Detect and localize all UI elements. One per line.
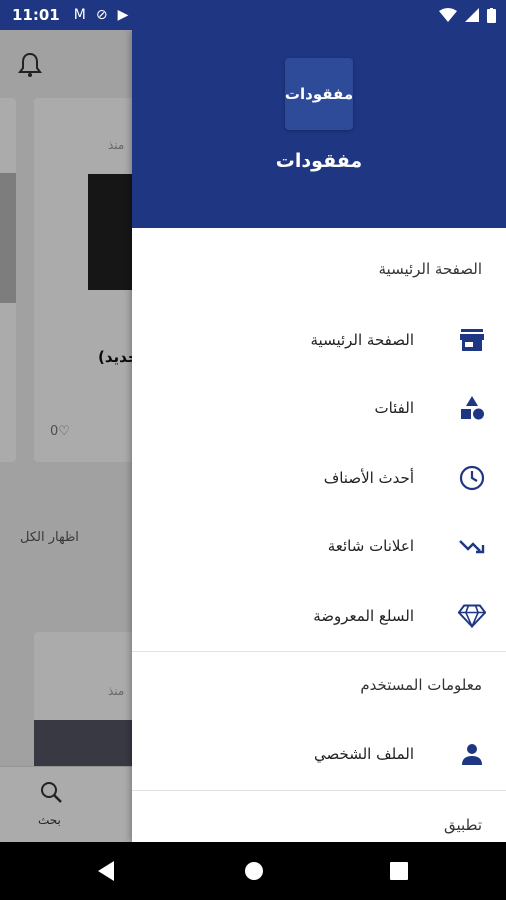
store-icon [458, 326, 486, 354]
menu-item-label: أحدث الأصناف [323, 469, 414, 487]
menu-item-label: اعلانات شائعة [327, 537, 414, 555]
status-bar: 11:01 M ⊘ ▶ [0, 0, 506, 30]
signal-icon [465, 8, 479, 22]
play-store-icon: ▶ [117, 7, 129, 23]
section-title-user: معلومات المستخدم [360, 676, 482, 694]
clock-icon [458, 464, 486, 492]
person-icon [458, 740, 486, 768]
drawer-header: مفقودات مفقودات [132, 30, 506, 228]
menu-item-label: الملف الشخصي [314, 745, 414, 763]
menu-item-label: الفئات [374, 399, 414, 417]
status-time: 11:01 [12, 6, 60, 24]
divider [132, 790, 506, 791]
battery-icon [487, 7, 496, 23]
wifi-icon [439, 8, 457, 22]
menu-item-profile[interactable]: الملف الشخصي [132, 724, 506, 784]
home-icon[interactable] [244, 861, 264, 881]
trending-icon [458, 532, 486, 560]
menu-item-label: السلع المعروضة [313, 607, 414, 625]
menu-item-categories[interactable]: الفئات [132, 378, 506, 438]
back-icon[interactable] [96, 860, 116, 882]
menu-item-featured[interactable]: السلع المعروضة [132, 586, 506, 646]
diamond-icon [458, 602, 486, 630]
app-name: مفقودات [275, 150, 363, 172]
gmail-icon: M [73, 7, 86, 23]
navigation-drawer: مفقودات مفقودات الصفحة الرئيسية الصفحة ا… [132, 30, 506, 842]
system-navigation-bar [0, 842, 506, 900]
menu-item-popular[interactable]: اعلانات شائعة [132, 516, 506, 576]
menu-item-latest[interactable]: أحدث الأصناف [132, 448, 506, 508]
app-logo: مفقودات [285, 58, 353, 130]
sync-icon: ⊘ [95, 7, 108, 23]
menu-item-home[interactable]: الصفحة الرئيسية [132, 310, 506, 370]
section-title-app: تطبيق [443, 816, 482, 834]
divider [132, 651, 506, 652]
section-title-home: الصفحة الرئيسية [378, 260, 483, 278]
recents-icon[interactable] [390, 862, 408, 880]
menu-item-label: الصفحة الرئيسية [310, 331, 415, 349]
category-icon [458, 394, 486, 422]
